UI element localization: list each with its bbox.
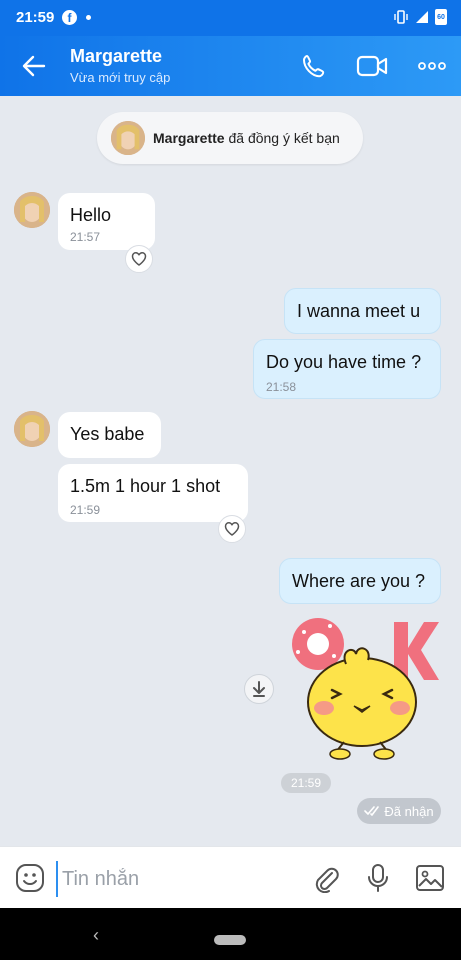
message-text: 1.5m 1 hour 1 shot bbox=[70, 476, 221, 496]
paperclip-icon bbox=[315, 867, 339, 893]
contact-avatar[interactable] bbox=[14, 192, 50, 228]
heart-icon bbox=[131, 252, 147, 266]
emoji-icon bbox=[16, 864, 44, 892]
incoming-message[interactable]: Hello 21:57 bbox=[58, 193, 155, 250]
status-bar: 21:59 f 60 bbox=[0, 0, 461, 36]
battery-icon: 60 bbox=[435, 9, 447, 25]
message-time: 21:59 bbox=[70, 503, 101, 517]
video-camera-icon bbox=[356, 55, 388, 77]
back-button[interactable] bbox=[20, 52, 48, 80]
download-arrow-icon bbox=[253, 681, 265, 697]
vibrate-icon bbox=[394, 10, 408, 24]
nav-back-button[interactable]: ‹ bbox=[93, 925, 99, 946]
message-text: Hello bbox=[70, 205, 112, 225]
more-dots-icon bbox=[418, 62, 446, 70]
notice-name: Margarette bbox=[153, 130, 225, 146]
status-icons: 60 bbox=[393, 9, 447, 25]
notice-text: đã đồng ý kết bạn bbox=[224, 130, 340, 146]
outgoing-message[interactable]: Where are you ? bbox=[279, 558, 441, 604]
delivery-status-badge: Đã nhận bbox=[357, 798, 441, 824]
incoming-message[interactable]: Yes babe bbox=[58, 412, 161, 458]
chat-area[interactable]: Margarette đã đồng ý kết bạn Hello 21:57… bbox=[0, 96, 461, 846]
message-text: I wanna meet u bbox=[297, 301, 421, 321]
double-check-icon bbox=[364, 806, 380, 816]
video-call-button[interactable] bbox=[356, 50, 388, 82]
message-text: Yes babe bbox=[70, 424, 145, 444]
microphone-icon bbox=[368, 864, 388, 892]
gallery-button[interactable] bbox=[414, 862, 446, 894]
nav-home-button[interactable] bbox=[214, 935, 246, 945]
attach-button[interactable] bbox=[310, 862, 342, 894]
ok-sticker[interactable] bbox=[284, 612, 440, 760]
message-text: Where are you ? bbox=[292, 571, 426, 591]
outgoing-message[interactable]: I wanna meet u bbox=[284, 288, 441, 334]
signal-icon bbox=[416, 11, 428, 23]
chat-header: Margarette Vừa mới truy cập bbox=[0, 36, 461, 96]
arrow-left-icon bbox=[22, 55, 46, 77]
sticker-time: 21:59 bbox=[281, 773, 331, 793]
system-navigation-bar: ‹ bbox=[0, 908, 461, 960]
react-button[interactable] bbox=[125, 245, 153, 273]
heart-icon bbox=[224, 522, 240, 536]
message-time: 21:58 bbox=[266, 380, 297, 394]
outgoing-message[interactable]: Do you have time ? 21:58 bbox=[253, 339, 441, 399]
more-options-button[interactable] bbox=[416, 50, 448, 82]
phone-icon bbox=[303, 55, 325, 78]
contact-avatar[interactable] bbox=[14, 411, 50, 447]
message-input-bar bbox=[0, 846, 461, 909]
contact-status: Vừa mới truy cập bbox=[70, 70, 171, 85]
message-time: 21:57 bbox=[70, 230, 101, 244]
sticker-button[interactable] bbox=[14, 862, 46, 894]
notification-dot-icon bbox=[86, 15, 91, 20]
message-input[interactable] bbox=[56, 861, 294, 897]
message-text: Do you have time ? bbox=[266, 352, 422, 372]
voice-call-button[interactable] bbox=[298, 50, 330, 82]
status-time: 21:59 bbox=[16, 9, 55, 26]
download-button[interactable] bbox=[244, 674, 274, 704]
image-icon bbox=[416, 865, 444, 891]
contact-name[interactable]: Margarette bbox=[70, 46, 162, 67]
friend-accepted-notice: Margarette đã đồng ý kết bạn bbox=[97, 112, 363, 164]
delivery-status-text: Đã nhận bbox=[384, 803, 434, 819]
avatar bbox=[111, 121, 145, 155]
facebook-icon: f bbox=[62, 10, 77, 25]
voice-message-button[interactable] bbox=[362, 862, 394, 894]
incoming-message[interactable]: 1.5m 1 hour 1 shot 21:59 bbox=[58, 464, 248, 522]
react-button[interactable] bbox=[218, 515, 246, 543]
